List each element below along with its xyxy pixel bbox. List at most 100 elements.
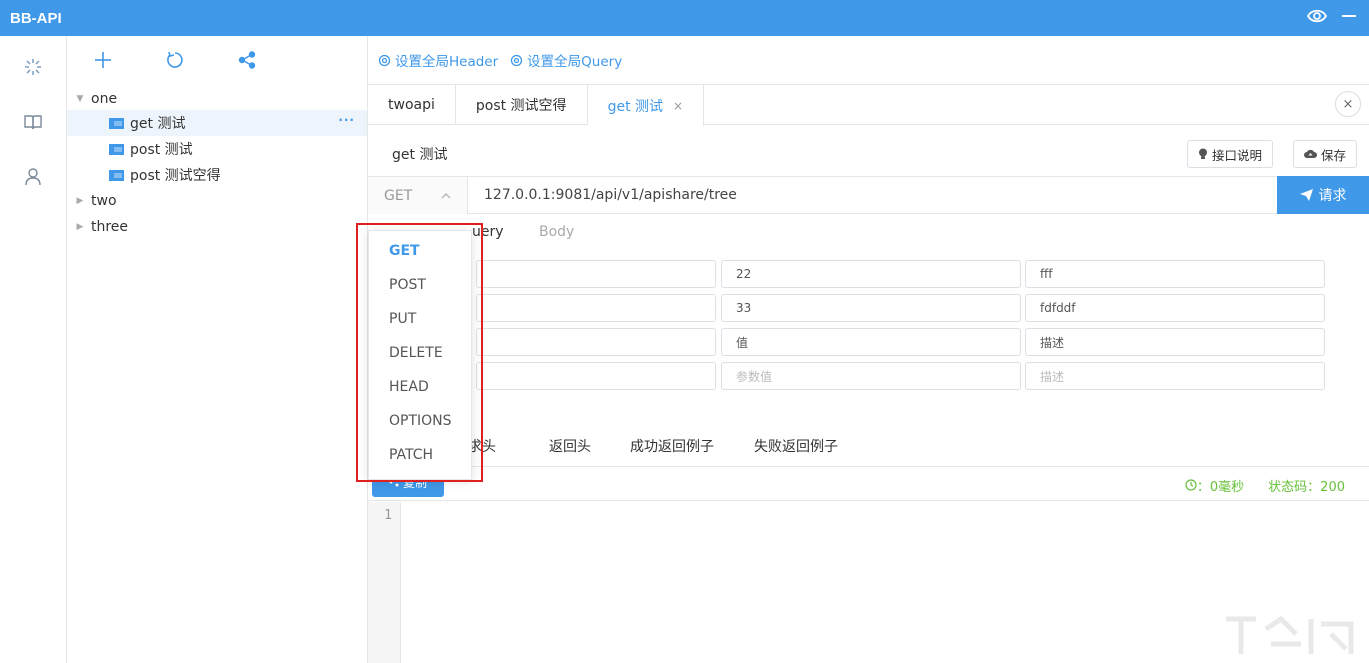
- more-icon[interactable]: ···: [338, 113, 355, 127]
- tab-label: twoapi: [388, 97, 435, 113]
- param-key-input[interactable]: [476, 362, 716, 390]
- method-select[interactable]: GET: [368, 177, 468, 214]
- caret-right-icon: ▶: [75, 222, 85, 232]
- tree-folder-one[interactable]: ▼ one: [67, 86, 367, 112]
- window-controls: [1307, 9, 1357, 27]
- tree-item-label: post 测试空得: [130, 165, 221, 185]
- param-desc-input[interactable]: fff: [1025, 260, 1325, 288]
- param-key-input[interactable]: [476, 260, 716, 288]
- cloud-upload-icon: [1304, 149, 1317, 159]
- loading-icon[interactable]: [22, 56, 44, 78]
- tab-post-test-empty[interactable]: post 测试空得: [456, 85, 588, 125]
- global-header-link[interactable]: 设置全局Header: [378, 50, 498, 70]
- url-bar: GET 127.0.0.1:9081/api/v1/apishare/tree …: [368, 176, 1369, 214]
- send-icon: [1300, 189, 1313, 201]
- method-option-patch[interactable]: PATCH: [389, 447, 433, 463]
- tree-item-get-test[interactable]: get 测试 ···: [67, 110, 367, 136]
- line-gutter: 1: [368, 502, 401, 663]
- param-value-input[interactable]: 值: [721, 328, 1021, 356]
- method-option-options[interactable]: OPTIONS: [389, 413, 452, 429]
- clock-icon: [1185, 479, 1197, 491]
- param-value-input[interactable]: 22: [721, 260, 1021, 288]
- tab-fail-example[interactable]: 失败返回例子: [754, 436, 838, 456]
- api-doc-button[interactable]: 接口说明: [1187, 140, 1273, 168]
- tab-label: post 测试空得: [476, 95, 567, 115]
- global-query-label: 设置全局Query: [527, 50, 622, 70]
- gear-icon: [378, 54, 391, 67]
- gear-icon: [510, 54, 523, 67]
- status-code: 状态码：200: [1268, 476, 1345, 495]
- tree-folder-label: two: [91, 193, 117, 209]
- response-editor[interactable]: 1: [368, 502, 1369, 663]
- api-tree-panel: ▼ one get 测试 ··· post 测试 post 测试空得 ▶ two…: [67, 36, 368, 663]
- method-option-post[interactable]: POST: [389, 277, 426, 293]
- tab-label: get 测试: [608, 96, 663, 116]
- title-bar: BB-API: [0, 0, 1369, 36]
- method-value: GET: [384, 188, 412, 204]
- add-icon[interactable]: [91, 48, 115, 72]
- tab-body[interactable]: Body: [539, 224, 574, 240]
- tree-item-label: post 测试: [130, 139, 193, 159]
- global-settings-bar: 设置全局Header 设置全局Query: [378, 50, 622, 70]
- method-option-delete[interactable]: DELETE: [389, 345, 443, 361]
- api-tabs: twoapi post 测试空得 get 测试 × ×: [368, 84, 1369, 125]
- param-desc-input[interactable]: 描述: [1025, 328, 1325, 356]
- api-ticket-icon: [109, 170, 124, 181]
- tree-folder-label: three: [91, 219, 128, 235]
- tree-folder-three[interactable]: ▶ three: [67, 214, 367, 240]
- status-value: 200: [1320, 480, 1345, 495]
- method-option-head[interactable]: HEAD: [389, 379, 429, 395]
- tree-folder-two[interactable]: ▶ two: [67, 188, 367, 214]
- param-key-input[interactable]: [476, 294, 716, 322]
- param-key-input[interactable]: [476, 328, 716, 356]
- watermark-logo: [1221, 609, 1361, 659]
- book-icon[interactable]: [22, 111, 44, 133]
- tree-item-label: get 测试: [130, 113, 185, 133]
- response-time: ：0毫秒: [1185, 476, 1244, 495]
- param-desc-input[interactable]: 描述: [1025, 362, 1325, 390]
- tab-response-headers[interactable]: 返回头: [549, 436, 591, 456]
- param-value-input[interactable]: 参数值: [721, 362, 1021, 390]
- main-panel: 设置全局Header 设置全局Query twoapi post 测试空得 ge…: [368, 36, 1369, 663]
- param-desc-input[interactable]: fdfddf: [1025, 294, 1325, 322]
- param-value-input[interactable]: 33: [721, 294, 1021, 322]
- tab-twoapi[interactable]: twoapi: [368, 85, 456, 125]
- eye-icon[interactable]: [1307, 9, 1327, 27]
- close-all-tabs-button[interactable]: ×: [1335, 91, 1361, 117]
- minimize-icon[interactable]: [1341, 9, 1357, 27]
- method-option-get[interactable]: GET: [389, 243, 420, 259]
- tab-close-icon[interactable]: ×: [673, 99, 683, 113]
- save-label: 保存: [1321, 145, 1346, 164]
- response-bar: 复制 ：0毫秒 状态码：200: [368, 466, 1369, 501]
- method-dropdown: GET POST PUT DELETE HEAD OPTIONS PATCH: [368, 230, 472, 480]
- line-number: 1: [384, 508, 392, 523]
- app-title: BB-API: [10, 10, 62, 27]
- caret-down-icon: ▼: [75, 94, 85, 104]
- response-time-value: 0毫秒: [1210, 480, 1244, 495]
- method-option-put[interactable]: PUT: [389, 311, 416, 327]
- caret-right-icon: ▶: [75, 196, 85, 206]
- chevron-up-icon: [441, 193, 451, 199]
- api-name: get 测试: [392, 144, 447, 164]
- global-header-label: 设置全局Header: [395, 50, 498, 70]
- url-input[interactable]: 127.0.0.1:9081/api/v1/apishare/tree: [484, 187, 737, 203]
- tab-success-example[interactable]: 成功返回例子: [630, 436, 714, 456]
- tree-toolbar: [67, 36, 367, 84]
- bulb-icon: [1198, 148, 1208, 160]
- send-label: 请求: [1319, 185, 1347, 205]
- tab-query[interactable]: uery: [472, 224, 504, 240]
- refresh-icon[interactable]: [163, 48, 187, 72]
- global-query-link[interactable]: 设置全局Query: [510, 50, 622, 70]
- save-button[interactable]: 保存: [1293, 140, 1357, 168]
- status-label: 状态码：: [1268, 480, 1320, 495]
- tree-item-post-test[interactable]: post 测试: [67, 136, 367, 162]
- api-ticket-icon: [109, 144, 124, 155]
- response-stats: ：0毫秒 状态码：200: [1185, 476, 1345, 495]
- tab-get-test[interactable]: get 测试 ×: [588, 85, 705, 126]
- icon-rail: [0, 36, 67, 663]
- send-request-button[interactable]: 请求: [1277, 176, 1369, 214]
- tree-item-post-test-empty[interactable]: post 测试空得: [67, 162, 367, 188]
- user-icon[interactable]: [22, 166, 44, 188]
- share-icon[interactable]: [235, 48, 259, 72]
- api-doc-label: 接口说明: [1212, 145, 1262, 164]
